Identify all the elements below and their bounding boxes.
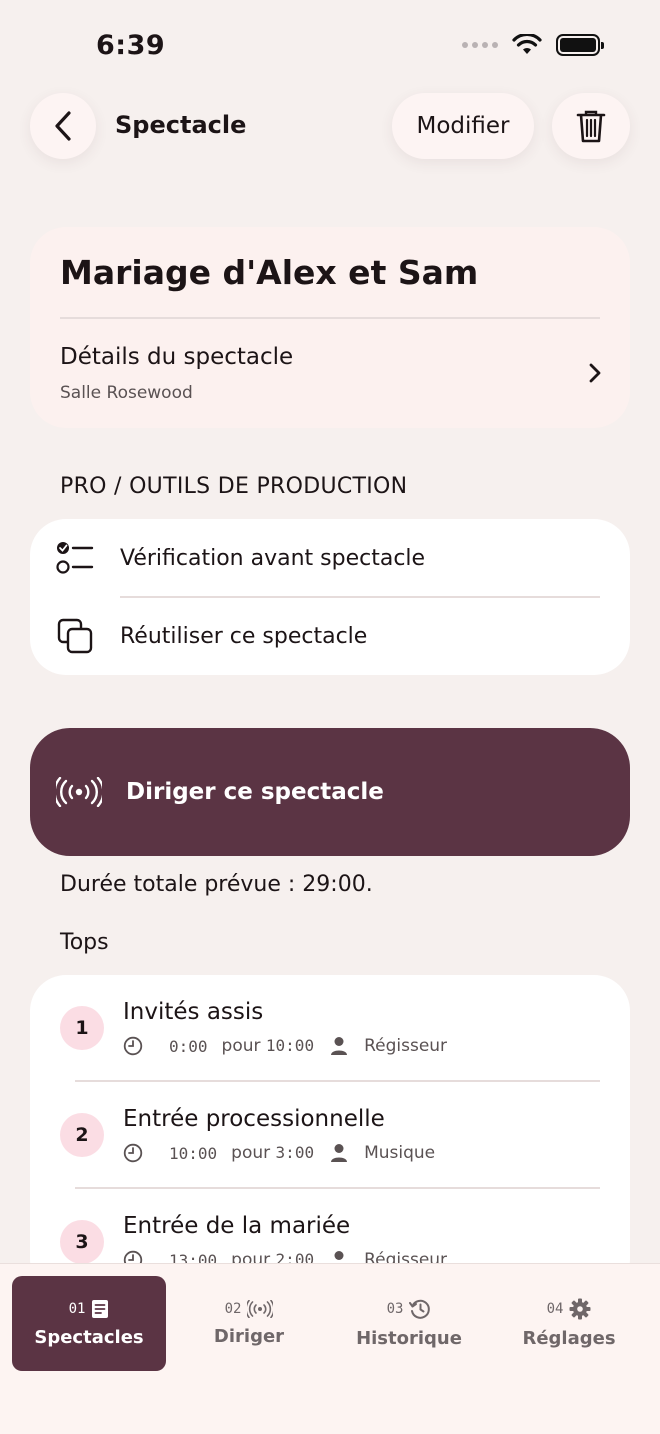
tab-label: Réglages xyxy=(522,1328,616,1349)
wifi-icon xyxy=(512,34,542,54)
checklist-icon xyxy=(56,542,94,574)
top-title: Entrée processionnelle xyxy=(123,1106,385,1132)
broadcast-icon xyxy=(56,777,102,807)
tops-label: Tops xyxy=(60,930,109,955)
tool-row-preshow-check[interactable]: Vérification avant spectacle xyxy=(30,519,630,597)
show-card: Mariage d'Alex et Sam Détails du spectac… xyxy=(30,227,630,428)
top-number-badge: 3 xyxy=(60,1220,104,1264)
top-start: 0:00 xyxy=(169,1036,208,1056)
show-details-link[interactable]: Détails du spectacle Salle Rosewood xyxy=(30,322,630,428)
person-icon xyxy=(331,1144,348,1162)
tool-row-reuse-show[interactable]: Réutiliser ce spectacle xyxy=(30,597,630,675)
direct-show-button[interactable]: Diriger ce spectacle xyxy=(30,728,630,856)
top-role: Régisseur xyxy=(364,1036,448,1056)
direct-show-label: Diriger ce spectacle xyxy=(126,779,384,805)
tab-reglages[interactable]: 04 Réglages xyxy=(492,1276,646,1371)
tab-number: 02 xyxy=(224,1301,242,1317)
top-start: 10:00 xyxy=(169,1143,218,1163)
tab-number: 03 xyxy=(386,1301,404,1317)
chevron-left-icon xyxy=(55,111,71,141)
show-title: Mariage d'Alex et Sam xyxy=(60,253,479,292)
back-button[interactable] xyxy=(30,93,96,159)
trash-icon xyxy=(576,110,606,143)
details-label: Détails du spectacle xyxy=(60,344,294,370)
top-role: Musique xyxy=(364,1143,436,1163)
status-icons xyxy=(462,34,604,56)
duplicate-icon xyxy=(57,618,93,654)
tab-number: 01 xyxy=(68,1301,86,1317)
status-time: 6:39 xyxy=(96,30,166,61)
edit-button[interactable]: Modifier xyxy=(392,93,534,159)
tab-number: 04 xyxy=(546,1301,564,1317)
tab-spectacles[interactable]: 01 Spectacles xyxy=(12,1276,166,1371)
history-icon xyxy=(409,1299,431,1319)
total-duration: Durée totale prévue : 29:00. xyxy=(60,872,373,897)
top-number-badge: 2 xyxy=(60,1113,104,1157)
tools-card: Vérification avant spectacle Réutiliser … xyxy=(30,519,630,675)
page-title: Spectacle xyxy=(115,111,247,139)
tab-label: Spectacles xyxy=(34,1327,144,1348)
tab-label: Diriger xyxy=(213,1326,285,1347)
tab-diriger[interactable]: 02 Diriger xyxy=(172,1276,326,1371)
clock-icon xyxy=(123,1143,143,1163)
duration-prefix: pour xyxy=(221,1036,261,1056)
tool-label: Réutiliser ce spectacle xyxy=(120,623,368,649)
tool-label: Vérification avant spectacle xyxy=(120,545,426,571)
list-item[interactable]: 2 Entrée processionnelle 10:00 pour 3:00… xyxy=(30,1082,630,1189)
gear-icon xyxy=(569,1298,591,1320)
top-duration: 10:00 xyxy=(265,1036,315,1055)
tab-bar: 01 Spectacles 02 Diriger 03 Historique 0… xyxy=(0,1263,660,1434)
delete-button[interactable] xyxy=(552,93,630,159)
top-title: Entrée de la mariée xyxy=(123,1213,351,1239)
venue-label: Salle Rosewood xyxy=(60,383,193,403)
person-icon xyxy=(331,1037,348,1055)
tops-list: 1 Invités assis 0:00 pour 10:00 Régisseu… xyxy=(30,975,630,1295)
section-label: PRO / OUTILS DE PRODUCTION xyxy=(60,474,408,499)
clock-icon xyxy=(123,1036,143,1056)
tab-label: Historique xyxy=(356,1328,462,1349)
signal-icon xyxy=(462,42,498,48)
document-icon xyxy=(92,1300,109,1318)
broadcast-icon xyxy=(247,1300,274,1318)
battery-icon xyxy=(556,34,604,56)
list-item[interactable]: 1 Invités assis 0:00 pour 10:00 Régisseu… xyxy=(30,975,630,1082)
divider xyxy=(60,317,600,319)
chevron-right-icon xyxy=(589,363,601,383)
top-meta: 10:00 pour 3:00 Musique xyxy=(123,1143,435,1163)
top-title: Invités assis xyxy=(123,999,264,1025)
top-meta: 0:00 pour 10:00 Régisseur xyxy=(123,1036,447,1056)
top-number-badge: 1 xyxy=(60,1006,104,1050)
tab-historique[interactable]: 03 Historique xyxy=(332,1276,486,1371)
duration-prefix: pour xyxy=(231,1143,271,1163)
top-duration: 3:00 xyxy=(275,1143,315,1162)
